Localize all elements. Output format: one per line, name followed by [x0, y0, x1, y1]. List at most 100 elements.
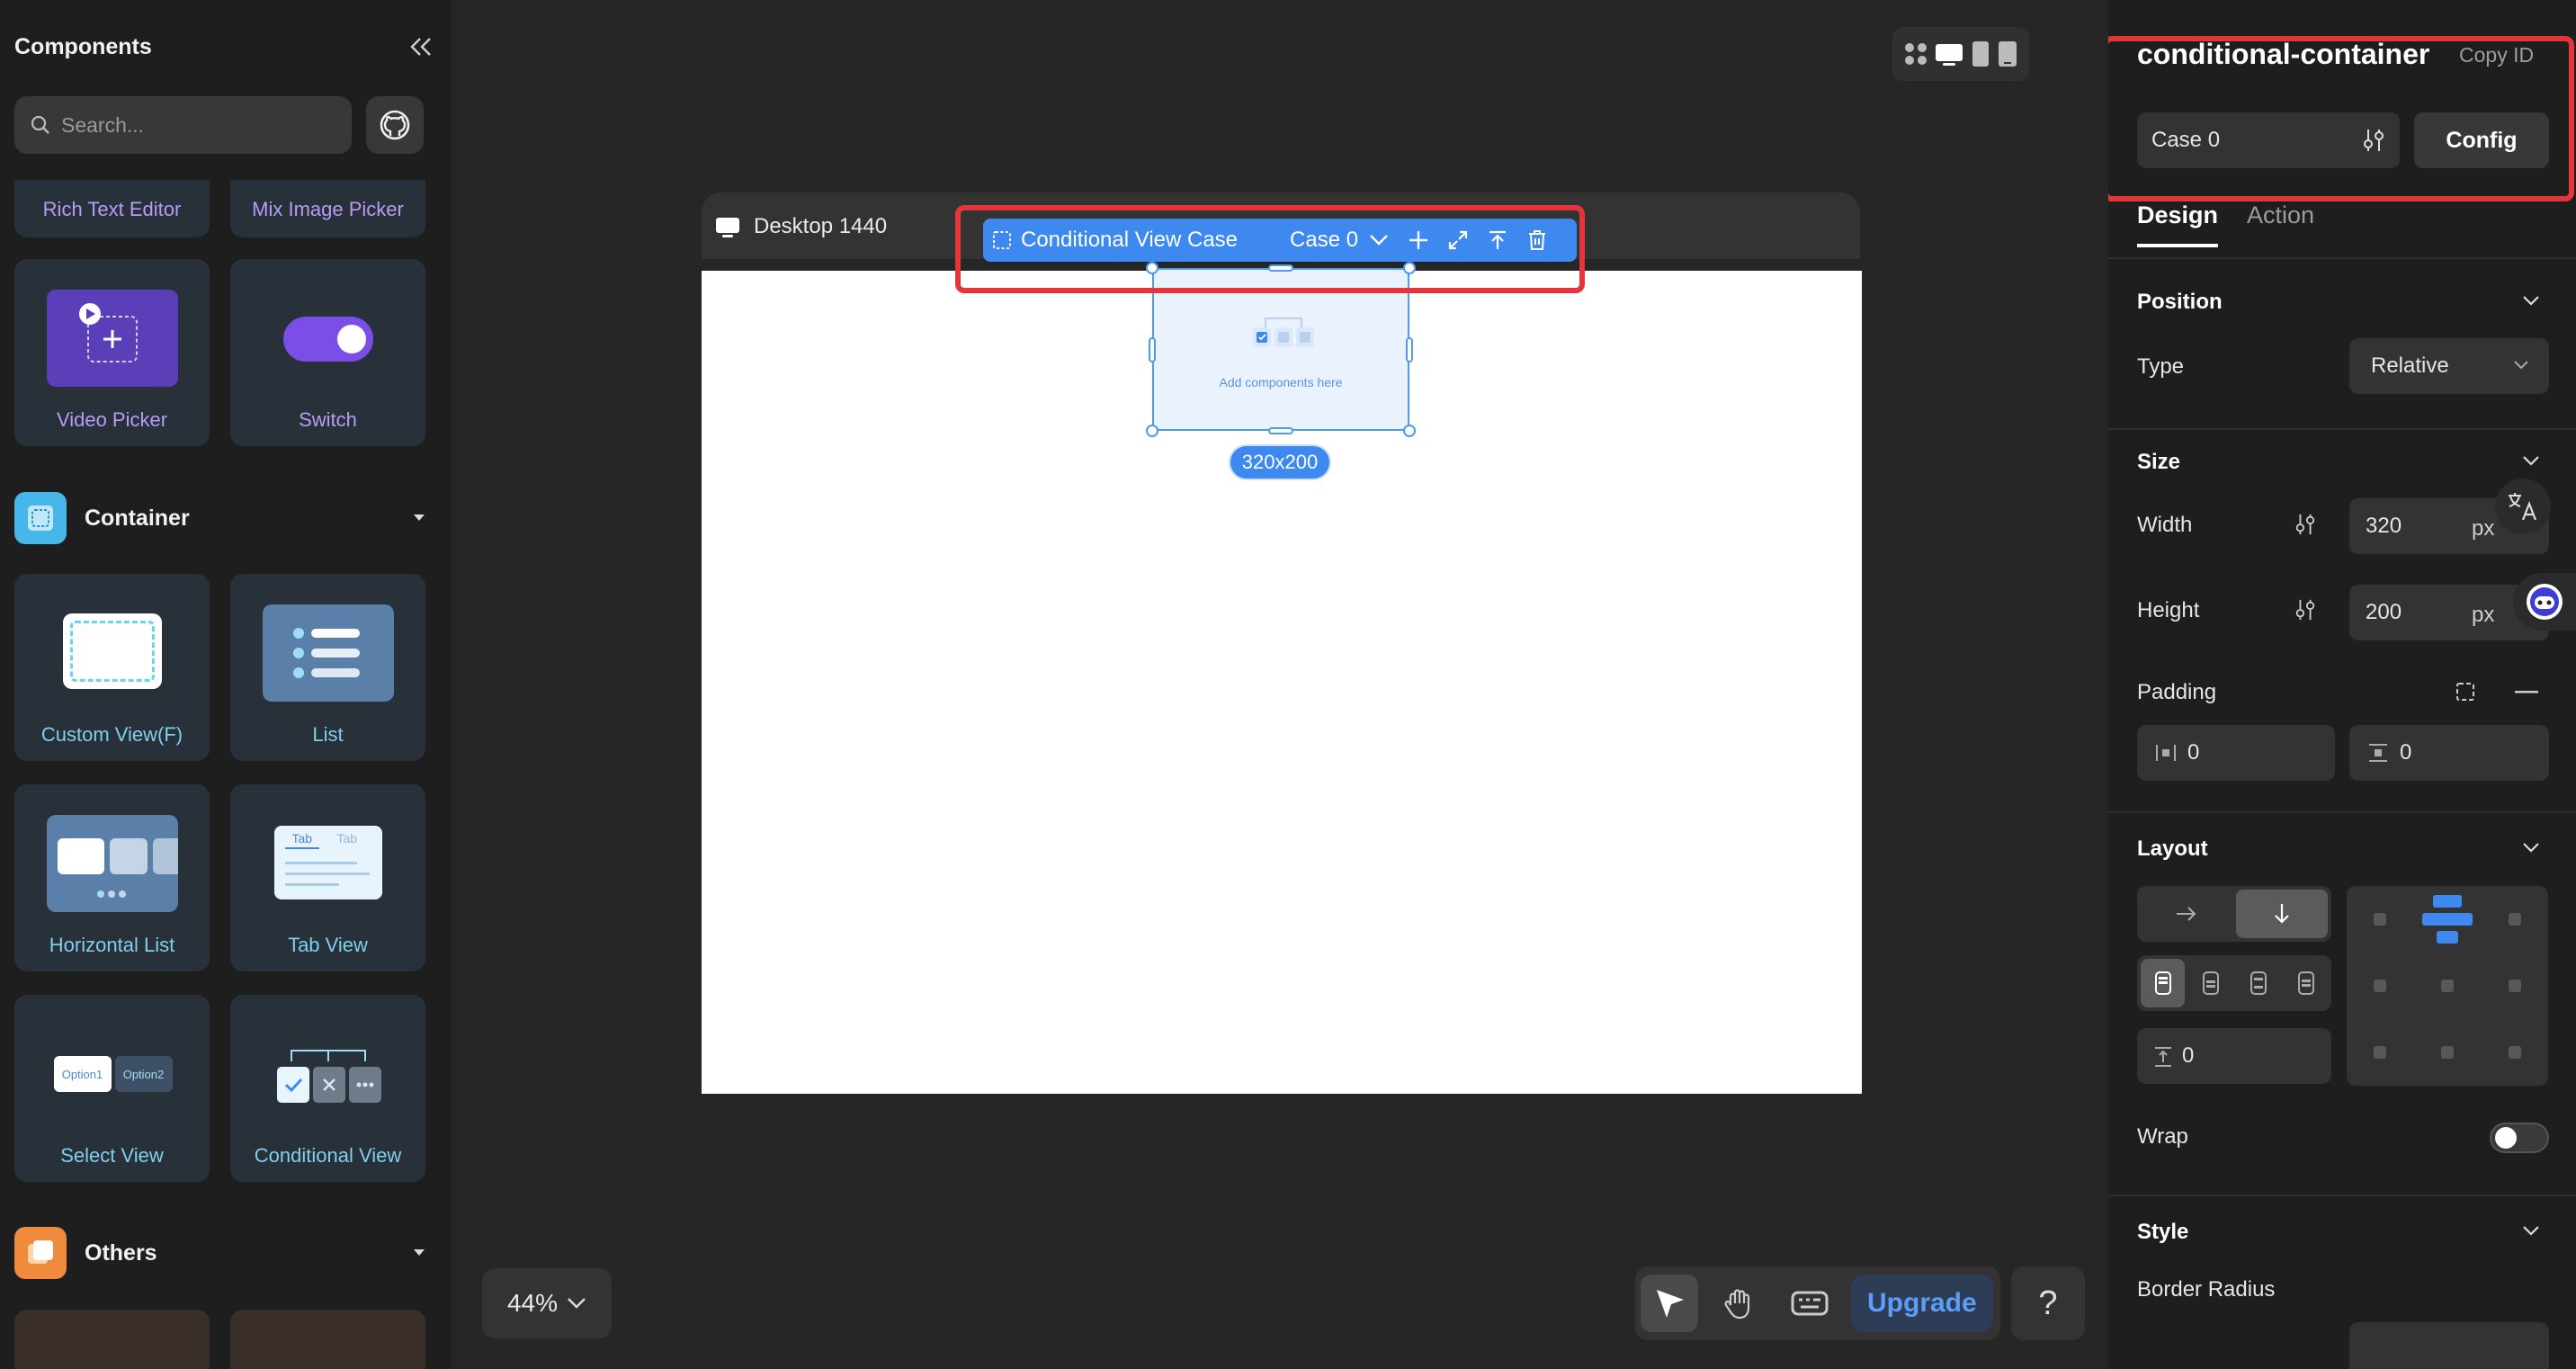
distribution-center-icon[interactable] [2188, 959, 2232, 1007]
divider [2108, 811, 2576, 813]
mix-image-picker-card[interactable]: Mix Image Picker [230, 180, 425, 237]
list-card[interactable]: List [230, 574, 425, 761]
size-badge: 320x200 [1229, 444, 1331, 480]
padding-vertical-input[interactable]: 0 [2349, 725, 2549, 781]
height-unit[interactable]: px [2472, 603, 2494, 628]
alignment-grid[interactable] [2347, 886, 2548, 1086]
assistant-button[interactable] [2513, 573, 2576, 631]
others-card[interactable] [14, 1310, 210, 1369]
desktop-icon [714, 216, 741, 239]
align-top-left[interactable] [2374, 913, 2386, 926]
search-box[interactable] [14, 96, 352, 154]
collapse-panel-button[interactable] [405, 31, 437, 63]
align-top-center-active[interactable] [2422, 895, 2473, 947]
direction-column-icon[interactable] [2236, 890, 2328, 938]
align-bottom-left[interactable] [2374, 1046, 2386, 1059]
chevron-down-icon[interactable] [2522, 295, 2540, 306]
properties-panel: conditional-container Copy ID Case 0 Con… [2108, 0, 2576, 1369]
container-section-icon [14, 492, 67, 544]
help-button[interactable]: ? [2011, 1266, 2085, 1340]
tab-view-tab-label: Tab [336, 831, 358, 846]
card-label: Select View [60, 1144, 164, 1167]
position-type-value: Relative [2371, 353, 2449, 378]
mobile-icon[interactable] [1996, 40, 2019, 68]
align-middle-left[interactable] [2374, 980, 2386, 992]
tab-design[interactable]: Design [2137, 201, 2219, 247]
align-middle-center[interactable] [2441, 980, 2454, 992]
chevron-down-icon [568, 1298, 586, 1309]
chevron-down-icon[interactable] [2522, 455, 2540, 466]
variable-link-icon[interactable] [2294, 598, 2317, 622]
frame-name: Desktop 1440 [754, 214, 888, 238]
double-chevron-left-icon [410, 38, 431, 56]
card-label: Custom View(F) [40, 723, 183, 746]
direction-row-icon[interactable] [2141, 890, 2232, 938]
padding-label: Padding [2137, 680, 2217, 704]
tab-action[interactable]: Action [2247, 201, 2314, 247]
distribution-around-icon[interactable] [2284, 959, 2328, 1007]
border-radius-input[interactable] [2349, 1322, 2549, 1369]
video-picker-thumbnail [46, 290, 178, 387]
select-view-card[interactable]: Option1 Option2 Select View [14, 995, 210, 1182]
align-bottom-right[interactable] [2509, 1046, 2521, 1059]
container-section-header[interactable]: Container [14, 492, 437, 544]
resize-handle[interactable] [1403, 425, 1416, 437]
keyboard-shortcuts-button[interactable] [1781, 1275, 1838, 1332]
select-view-thumbnail: Option1 Option2 [53, 1052, 173, 1094]
hand-tool[interactable] [1711, 1275, 1768, 1332]
upgrade-button[interactable]: Upgrade [1851, 1275, 1993, 1332]
horizontal-list-card[interactable]: Horizontal List [14, 784, 210, 971]
align-top-right[interactable] [2509, 913, 2521, 926]
distribution-start-icon[interactable] [2141, 959, 2185, 1007]
align-bottom-center[interactable] [2441, 1046, 2454, 1059]
grid-view-icon[interactable] [1902, 40, 1929, 67]
video-picker-card[interactable]: Video Picker [14, 259, 210, 446]
caret-down-icon[interactable] [410, 509, 428, 527]
conditional-view-card[interactable]: Conditional View [230, 995, 425, 1182]
tab-view-card[interactable]: Tab Tab Tab View [230, 784, 425, 971]
github-button[interactable] [366, 96, 424, 154]
resize-handle[interactable] [1268, 427, 1293, 434]
search-icon [31, 115, 49, 134]
height-label: Height [2137, 598, 2200, 622]
caret-down-icon[interactable] [410, 1244, 428, 1262]
desktop-icon[interactable] [1934, 40, 1964, 67]
variable-link-icon[interactable] [2294, 513, 2317, 536]
rich-text-editor-card[interactable]: Rich Text Editor [14, 180, 210, 237]
resize-handle[interactable] [1146, 425, 1158, 437]
padding-horizontal-input[interactable]: 0 [2137, 725, 2335, 781]
custom-view-card[interactable]: Custom View(F) [14, 574, 210, 761]
zoom-control[interactable]: 44% [482, 1268, 612, 1338]
conditional-view-thumbnail [261, 1042, 396, 1114]
card-label: Horizontal List [49, 934, 175, 956]
padding-individual-icon[interactable] [2454, 680, 2477, 703]
zoom-value: 44% [506, 1289, 559, 1317]
components-title: Components [14, 33, 152, 59]
padding-uniform-icon[interactable] [2515, 691, 2538, 694]
align-middle-right[interactable] [2509, 980, 2521, 992]
others-section-header[interactable]: Others [14, 1227, 437, 1279]
translate-icon [2509, 493, 2537, 521]
select-option-label: Option1 [53, 1056, 112, 1092]
wrap-toggle[interactable] [2490, 1123, 2549, 1153]
chevron-down-icon[interactable] [2522, 1225, 2540, 1236]
select-tool[interactable] [1641, 1275, 1698, 1332]
chevron-down-icon[interactable] [2522, 842, 2540, 853]
horizontal-list-thumbnail [46, 815, 178, 912]
resize-handle[interactable] [1406, 337, 1413, 362]
width-unit[interactable]: px [2472, 516, 2494, 541]
border-radius-label: Border Radius [2137, 1277, 2276, 1302]
highlight-outline-toolbar [955, 205, 1585, 293]
position-type-dropdown[interactable]: Relative [2349, 338, 2549, 394]
switch-card[interactable]: Switch [230, 259, 425, 446]
search-input[interactable] [61, 112, 331, 138]
others-card[interactable] [230, 1310, 425, 1369]
distribution-between-icon[interactable] [2236, 959, 2280, 1007]
others-section-icon [14, 1227, 67, 1279]
padding-horizontal-value: 0 [2187, 740, 2200, 765]
type-label: Type [2137, 354, 2185, 379]
resize-handle[interactable] [1149, 337, 1156, 362]
translate-button[interactable] [2495, 479, 2551, 534]
tablet-icon[interactable] [1970, 40, 1991, 68]
gap-input[interactable]: 0 [2137, 1028, 2331, 1084]
